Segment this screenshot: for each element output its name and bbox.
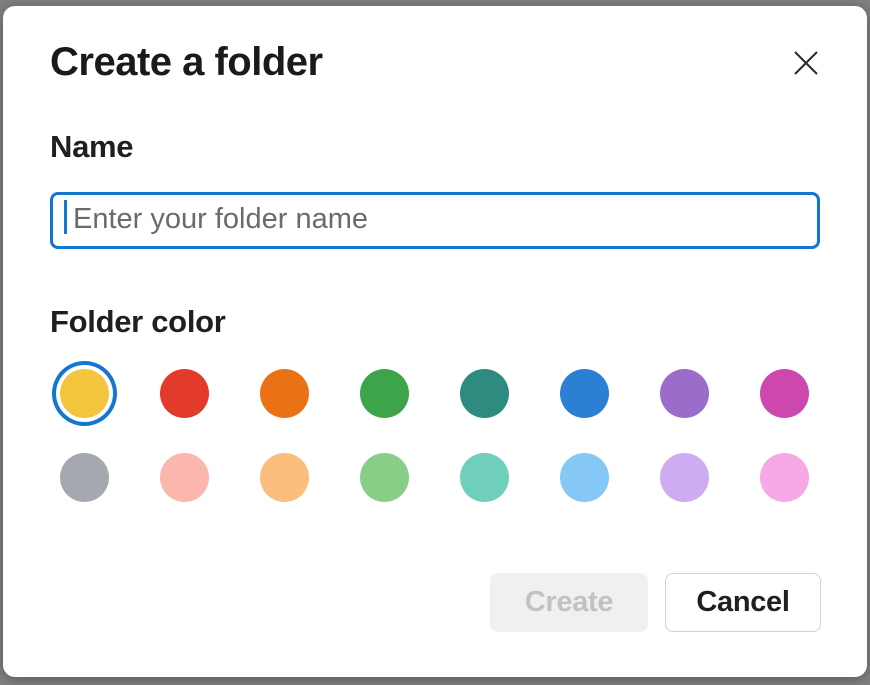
folder-color-label: Folder color [50,303,226,340]
color-swatch-red[interactable] [160,369,209,418]
dialog-title: Create a folder [50,39,323,85]
color-swatch-lavender[interactable] [660,453,709,502]
cancel-button[interactable]: Cancel [665,573,821,632]
color-swatch-light-pink[interactable] [760,453,809,502]
close-icon [793,50,819,76]
create-button[interactable]: Create [490,573,648,632]
color-swatch-salmon[interactable] [160,453,209,502]
color-swatch-peach[interactable] [260,453,309,502]
color-swatch-mint[interactable] [460,453,509,502]
folder-color-palette [60,369,809,502]
create-folder-dialog: Create a folder Name Folder color Create… [3,6,867,677]
color-swatch-blue[interactable] [560,369,609,418]
page-backdrop: { "dialog": { "title": "Create a folder"… [0,0,870,685]
close-button[interactable] [782,39,830,87]
color-swatch-magenta[interactable] [760,369,809,418]
color-swatch-light-green[interactable] [360,453,409,502]
color-swatch-gray[interactable] [60,453,109,502]
color-swatch-light-blue[interactable] [560,453,609,502]
color-swatch-purple[interactable] [660,369,709,418]
name-label: Name [50,128,133,165]
color-swatch-orange[interactable] [260,369,309,418]
folder-name-input[interactable] [50,192,820,249]
color-swatch-teal[interactable] [460,369,509,418]
color-swatch-yellow[interactable] [60,369,109,418]
color-swatch-green[interactable] [360,369,409,418]
